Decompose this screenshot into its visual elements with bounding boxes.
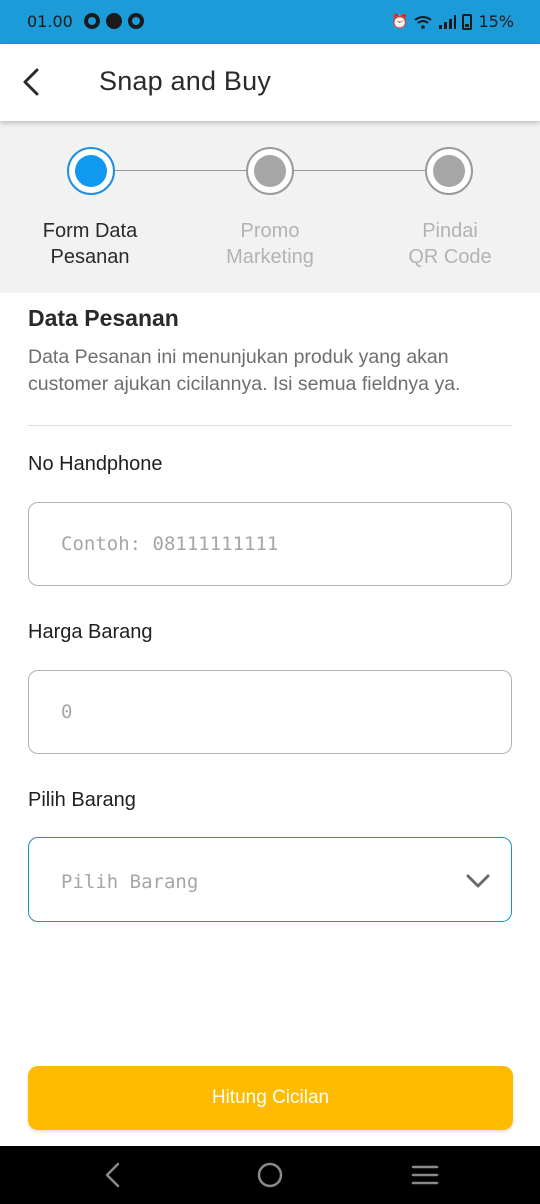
system-nav-bar	[0, 1146, 540, 1204]
battery-percent: 15%	[478, 12, 514, 31]
chevron-down-icon	[466, 874, 490, 888]
step-label-qr-code: Pindai QR Code	[408, 220, 492, 268]
status-time: 01.00	[27, 12, 73, 31]
step-indicator-promo	[246, 147, 294, 195]
nav-recents-button[interactable]	[410, 1160, 440, 1190]
back-icon	[105, 1162, 120, 1188]
battery-icon	[462, 13, 473, 30]
price-input[interactable]	[28, 670, 512, 754]
step-connector	[114, 170, 248, 171]
phone-input[interactable]	[28, 502, 512, 586]
recents-icon	[411, 1165, 439, 1185]
hitung-cicilan-button[interactable]: Hitung Cicilan	[28, 1066, 513, 1130]
status-notification-icons	[84, 13, 144, 29]
section-title: Data Pesanan	[28, 305, 179, 331]
phone-label: No Handphone	[28, 453, 163, 475]
nav-back-button[interactable]	[98, 1160, 128, 1190]
item-label: Pilih Barang	[28, 789, 136, 811]
step-indicator-form-data	[67, 147, 115, 195]
status-bar: 01.00 ⏰ 15%	[0, 0, 540, 44]
notification-dot-icon	[106, 13, 122, 29]
notification-dot-icon	[128, 13, 144, 29]
nav-home-button[interactable]	[255, 1160, 285, 1190]
progress-stepper: Form Data Pesanan Promo Marketing Pindai…	[0, 121, 540, 293]
section-description: Data Pesanan ini menunjukan produk yang …	[28, 346, 461, 395]
home-icon	[257, 1162, 283, 1188]
step-label-promo: Promo Marketing	[226, 220, 314, 268]
step-connector	[294, 170, 428, 171]
item-select-value: Pilih Barang	[61, 871, 199, 893]
notification-dot-icon	[84, 13, 100, 29]
status-right-icons: ⏰ 15%	[391, 12, 514, 31]
signal-icon	[439, 14, 457, 29]
step-label-form-data: Form Data Pesanan	[42, 220, 138, 268]
step-indicator-qr-code	[425, 147, 473, 195]
price-label: Harga Barang	[28, 621, 153, 643]
back-button[interactable]	[14, 64, 50, 100]
page-title: Snap and Buy	[99, 66, 272, 96]
item-select[interactable]: Pilih Barang	[28, 837, 512, 922]
app-bar: Snap and Buy	[0, 44, 540, 121]
arrow-left-icon	[23, 68, 39, 96]
wifi-icon	[414, 15, 433, 29]
divider	[28, 425, 512, 426]
alarm-icon: ⏰	[391, 13, 409, 30]
